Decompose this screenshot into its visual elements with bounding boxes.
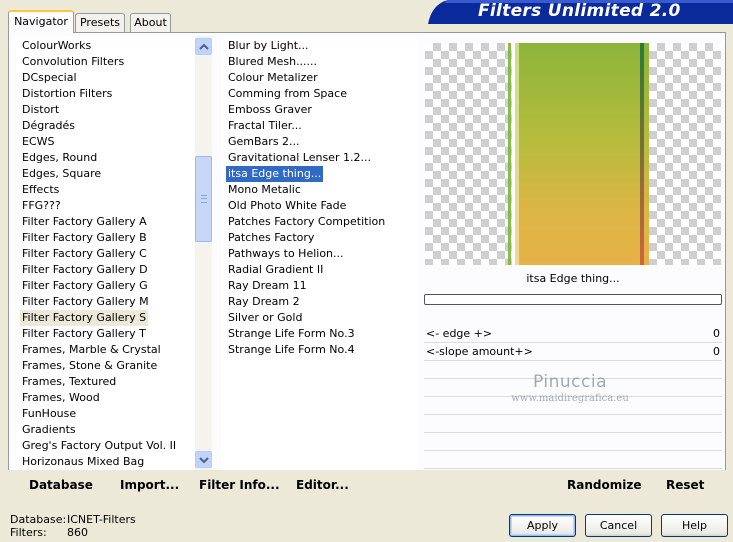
list-item[interactable]: Filter Factory Gallery G: [20, 278, 150, 294]
list-item[interactable]: Patches Factory Competition: [226, 214, 387, 230]
list-item[interactable]: Filter Factory Gallery D: [20, 262, 150, 278]
list-item[interactable]: Comming from Space: [226, 86, 349, 102]
list-item[interactable]: Gradients: [20, 422, 78, 438]
filters-status-label: Filters:: [10, 526, 47, 539]
help-button[interactable]: Help: [661, 514, 728, 537]
banner-title: Filters Unlimited 2.0: [478, 1, 681, 21]
filters-status-value: 860: [67, 526, 88, 539]
list-item[interactable]: Frames, Wood: [20, 390, 102, 406]
list-item[interactable]: Colour Metalizer: [226, 70, 320, 86]
list-item[interactable]: Filter Factory Gallery A: [20, 214, 149, 230]
list-item[interactable]: Effects: [20, 182, 61, 198]
category-list[interactable]: ColourWorks Convolution Filters DCspecial D…: [15, 36, 213, 470]
list-item[interactable]: Emboss Graver: [226, 102, 314, 118]
list-item[interactable]: Patches Factory: [226, 230, 316, 246]
tab-navigator[interactable]: Navigator: [8, 10, 74, 33]
database-button[interactable]: Database: [29, 478, 93, 492]
list-item[interactable]: Frames, Textured: [20, 374, 118, 390]
list-item[interactable]: Filter Factory Gallery M: [20, 294, 151, 310]
list-item[interactable]: Edges, Square: [20, 166, 103, 182]
list-item[interactable]: DCspecial: [20, 70, 79, 86]
apply-button[interactable]: Apply: [509, 514, 576, 537]
scroll-up-button[interactable]: [195, 38, 212, 55]
list-item[interactable]: GemBars 2...: [226, 134, 302, 150]
list-item[interactable]: Greg's Factory Output Vol. II: [20, 438, 178, 454]
list-item[interactable]: Blured Mesh......: [226, 54, 319, 70]
list-item[interactable]: FunHouse: [20, 406, 78, 422]
list-item[interactable]: Radial Gradient II: [226, 262, 325, 278]
filter-list[interactable]: Blur by Light... Blured Mesh...... Colour …: [221, 36, 418, 470]
watermark-url: www.maidiregrafica.eu: [511, 393, 629, 404]
scroll-down-button[interactable]: [195, 451, 212, 468]
list-item[interactable]: Edges, Round: [20, 150, 99, 166]
parameter-value: 0: [713, 327, 720, 340]
preview-area[interactable]: [425, 43, 721, 265]
current-filter-label: itsa Edge thing...: [526, 272, 620, 285]
tab-about[interactable]: About: [130, 13, 171, 32]
parameter-label: <- edge +>: [426, 327, 493, 340]
parameter-row: [424, 433, 722, 451]
watermark: Pinuccia www.maidiregrafica.eu: [480, 372, 660, 404]
chevron-up-icon: [199, 43, 209, 50]
parameter-value: 0: [713, 345, 720, 358]
list-item[interactable]: Filter Factory Gallery T: [20, 326, 148, 342]
import-button[interactable]: Import...: [120, 478, 179, 492]
list-item[interactable]: Mono Metalic: [226, 182, 303, 198]
randomize-button[interactable]: Randomize: [567, 478, 641, 492]
list-item[interactable]: itsa Edge thing...: [226, 166, 324, 182]
list-item[interactable]: Silver or Gold: [226, 310, 304, 326]
parameter-row[interactable]: <- edge +> 0: [424, 325, 722, 343]
parameter-row: [424, 451, 722, 469]
list-item[interactable]: Convolution Filters: [20, 54, 126, 70]
parameter-row[interactable]: <-slope amount+> 0: [424, 343, 722, 361]
parameter-row: [424, 415, 722, 433]
list-item[interactable]: Gravitational Lenser 1.2...: [226, 150, 373, 166]
list-item[interactable]: Filter Factory Gallery C: [20, 246, 149, 262]
list-item[interactable]: Dégradés: [20, 118, 77, 134]
preview-image: [515, 43, 649, 265]
list-item[interactable]: Horizonaus Mixed Bag: [20, 454, 146, 470]
list-item[interactable]: Strange Life Form No.3: [226, 326, 357, 342]
cancel-button[interactable]: Cancel: [585, 514, 652, 537]
parameter-label: <-slope amount+>: [426, 345, 533, 358]
list-item[interactable]: Distort: [20, 102, 61, 118]
list-item[interactable]: Filter Factory Gallery S: [20, 310, 149, 326]
list-item[interactable]: Frames, Stone & Granite: [20, 358, 159, 374]
preview-edge-line: [508, 43, 511, 265]
editor-button[interactable]: Editor...: [296, 478, 349, 492]
watermark-name: Pinuccia: [533, 372, 607, 392]
list-item[interactable]: Ray Dream 11: [226, 278, 309, 294]
scroll-thumb[interactable]: [195, 156, 212, 242]
list-item[interactable]: FFG???: [20, 198, 63, 214]
reset-button[interactable]: Reset: [666, 478, 704, 492]
category-scrollbar[interactable]: [195, 36, 212, 470]
list-item[interactable]: Distortion Filters: [20, 86, 114, 102]
list-item[interactable]: Ray Dream 2: [226, 294, 302, 310]
app-banner: Filters Unlimited 2.0: [428, 0, 733, 24]
progress-bar: [424, 294, 722, 305]
list-item[interactable]: Frames, Marble & Crystal: [20, 342, 163, 358]
list-item[interactable]: Strange Life Form No.4: [226, 342, 357, 358]
database-status-label: Database:: [10, 513, 67, 526]
list-item[interactable]: Old Photo White Fade: [226, 198, 348, 214]
chevron-down-icon: [199, 457, 209, 464]
filter-info-button[interactable]: Filter Info...: [199, 478, 280, 492]
list-item[interactable]: Fractal Tiler...: [226, 118, 304, 134]
list-item[interactable]: Filter Factory Gallery B: [20, 230, 149, 246]
list-item[interactable]: ECWS: [20, 134, 57, 150]
status-panel: Database:ICNET-Filters Filters: 860: [10, 513, 136, 539]
list-item[interactable]: Pathways to Helion...: [226, 246, 346, 262]
list-item[interactable]: Blur by Light...: [226, 38, 311, 54]
list-item[interactable]: ColourWorks: [20, 38, 93, 54]
database-status-value: ICNET-Filters: [67, 513, 136, 526]
tab-presets[interactable]: Presets: [75, 13, 125, 32]
